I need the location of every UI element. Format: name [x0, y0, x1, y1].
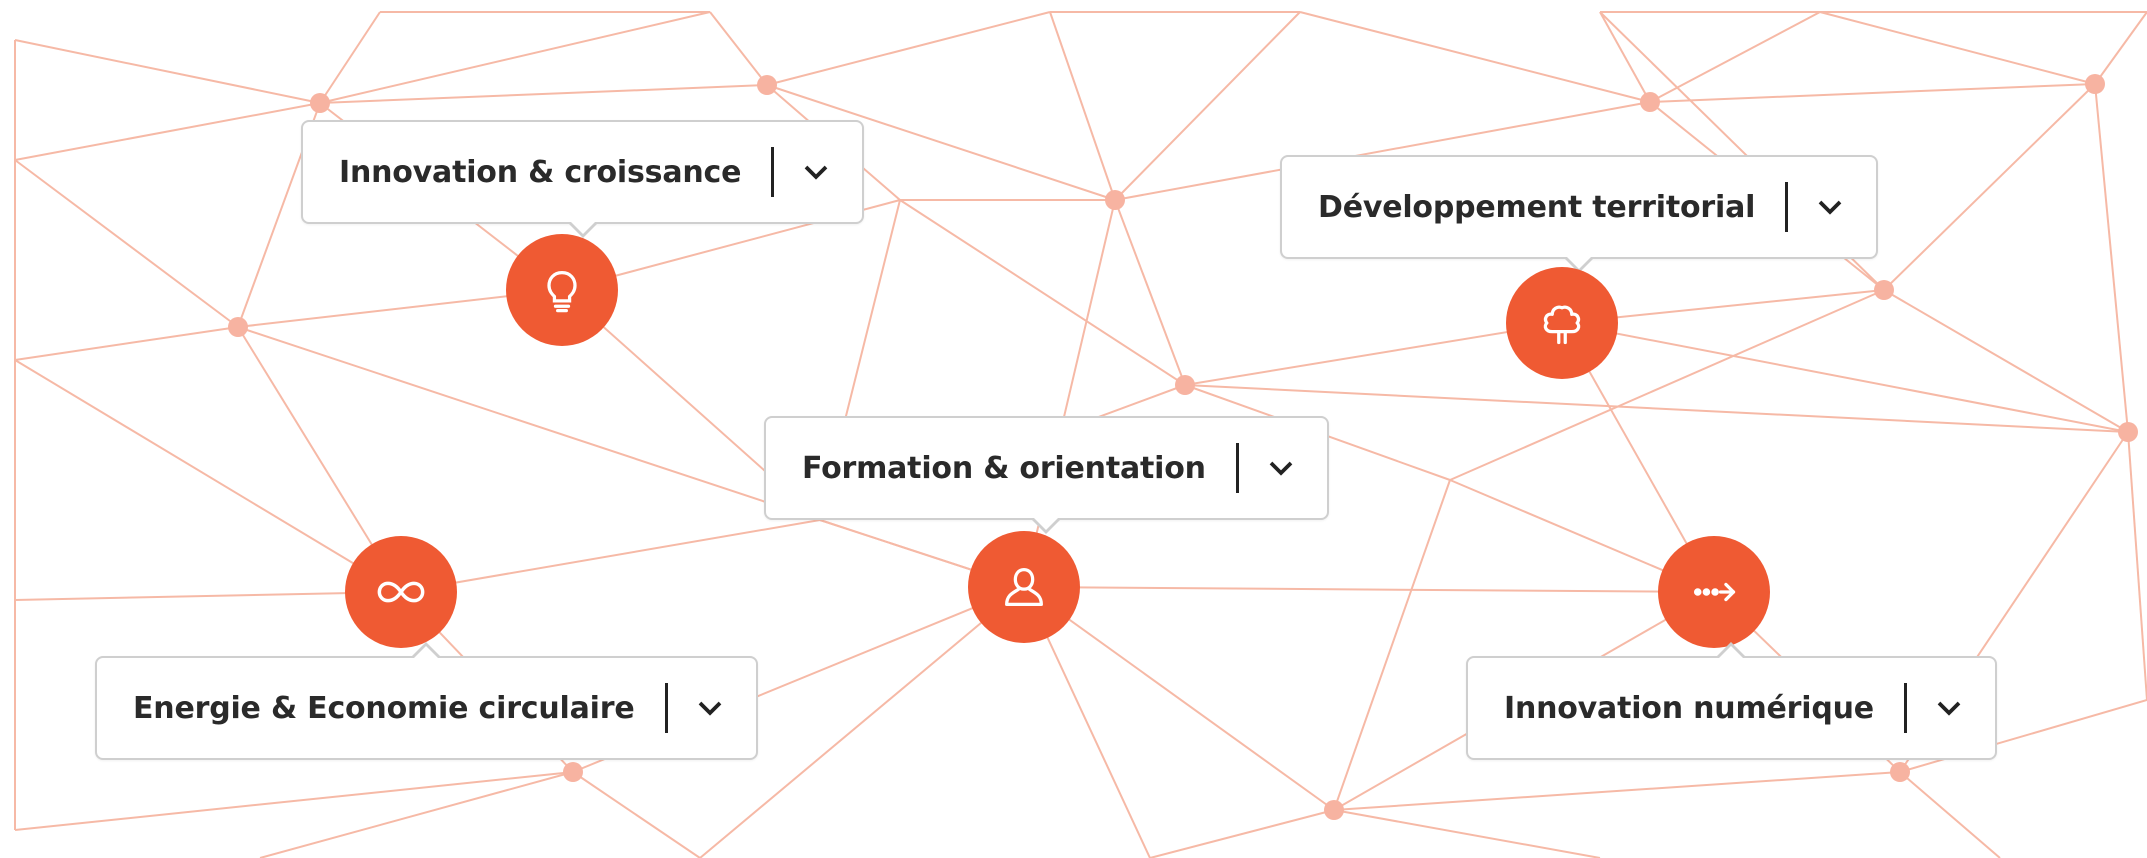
network-line — [2094, 83, 2129, 433]
network-line — [1649, 83, 2096, 103]
network-line — [14, 591, 402, 601]
network-line — [14, 326, 239, 361]
pointer — [1715, 642, 1748, 660]
network-line — [2127, 431, 2147, 701]
network-dot — [1874, 280, 1894, 300]
network-line — [1049, 11, 1116, 201]
pointer — [410, 642, 443, 660]
network-dot — [228, 317, 248, 337]
network-line — [319, 11, 381, 104]
network-line — [14, 771, 574, 831]
network-line — [14, 359, 402, 593]
chevron-down-icon — [692, 690, 728, 726]
network-line — [1883, 289, 2129, 433]
network-line — [1561, 322, 2129, 433]
chevron-down-icon — [1931, 690, 1967, 726]
network-dot — [2085, 74, 2105, 94]
network-dot — [1640, 92, 1660, 112]
divider — [1235, 443, 1239, 493]
network-dot — [757, 75, 777, 95]
topic-label: Energie & Economie circulaire — [133, 690, 635, 726]
topic-developpement-territorial-button[interactable]: Développement territorial — [1280, 155, 1879, 273]
network-line — [237, 326, 821, 521]
network-line — [709, 11, 768, 86]
network-line — [1899, 771, 2001, 858]
network-line — [1149, 809, 1335, 858]
chevron-down-icon — [1263, 450, 1299, 486]
network-dot — [310, 93, 330, 113]
network-line — [1299, 11, 1651, 103]
divider — [664, 683, 668, 733]
network-line — [1333, 479, 1451, 811]
network-line — [1599, 11, 1651, 103]
person-icon[interactable] — [968, 531, 1080, 643]
topic-innovation-numerique-button[interactable]: Innovation numérique — [1466, 642, 1997, 760]
divider — [771, 147, 775, 197]
network-line — [400, 519, 821, 593]
network-line — [1333, 771, 1901, 811]
network-dot — [1324, 800, 1344, 820]
network-line — [2094, 11, 2147, 85]
network-line — [1649, 11, 1821, 103]
topic-label: Innovation numérique — [1504, 690, 1874, 726]
topic-formation-orientation-button[interactable]: Formation & orientation — [764, 416, 1329, 534]
network-line — [1114, 199, 1186, 386]
network-line — [899, 199, 1186, 386]
network-line — [14, 39, 321, 104]
network-dot — [563, 762, 583, 782]
topic-energie-economie-circulaire-button[interactable]: Energie & Economie circulaire — [95, 642, 758, 760]
network-line — [14, 159, 239, 328]
network-dot — [1105, 190, 1125, 210]
network-dot — [1890, 762, 1910, 782]
network-line — [1023, 586, 1335, 811]
network-dot — [1175, 375, 1195, 395]
network-line — [1819, 11, 2096, 85]
divider — [1903, 683, 1907, 733]
network-line — [766, 11, 1051, 86]
lightbulb-icon[interactable] — [506, 234, 618, 346]
tree-icon[interactable] — [1506, 267, 1618, 379]
network-line — [259, 771, 574, 858]
network-dot — [2118, 422, 2138, 442]
topic-label: Développement territorial — [1318, 189, 1756, 225]
network-line — [1184, 322, 1563, 386]
network-line — [572, 771, 701, 858]
network-line — [14, 102, 321, 161]
topic-label: Formation & orientation — [802, 450, 1206, 486]
topic-innovation-croissance-button[interactable]: Innovation & croissance — [301, 120, 865, 238]
chevron-down-icon — [798, 154, 834, 190]
network-line — [1883, 83, 2096, 291]
network-line — [1023, 586, 1715, 593]
topic-label: Innovation & croissance — [339, 154, 742, 190]
infinity-icon[interactable] — [345, 536, 457, 648]
divider — [1785, 182, 1789, 232]
dots-arrow-icon[interactable] — [1658, 536, 1770, 648]
chevron-down-icon — [1812, 189, 1848, 225]
network-line — [1333, 809, 1601, 858]
